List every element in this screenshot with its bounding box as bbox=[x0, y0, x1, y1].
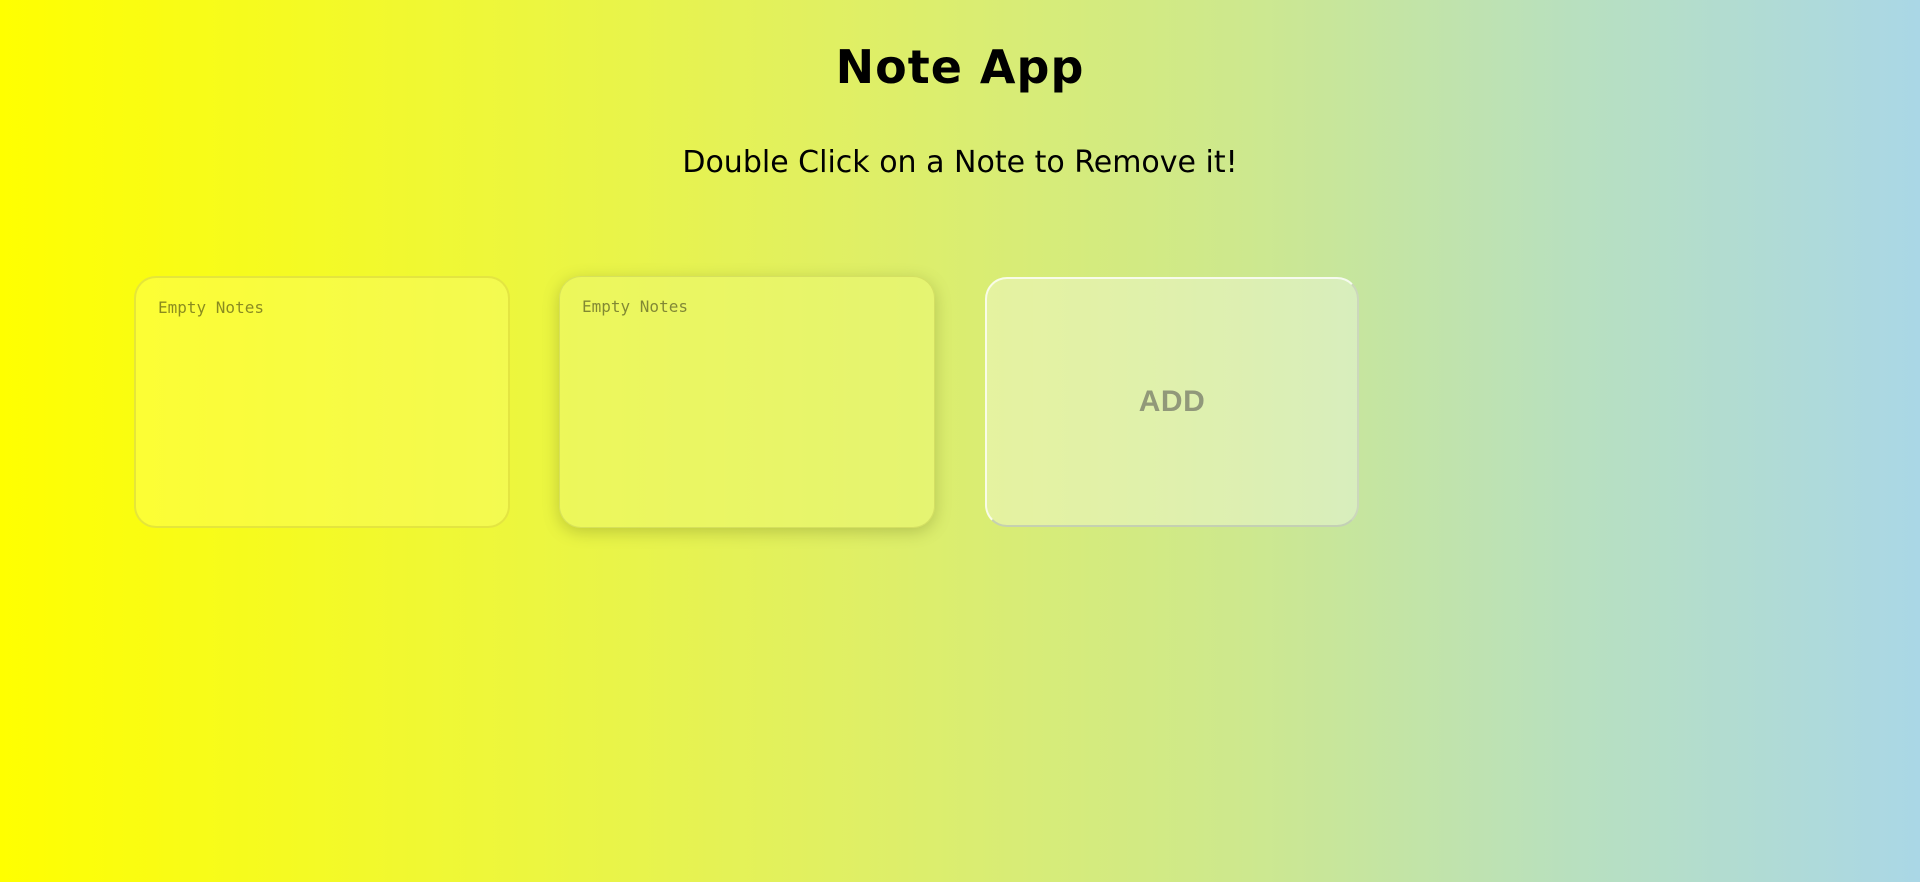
note-textarea[interactable] bbox=[134, 276, 510, 528]
add-button-label: ADD bbox=[1138, 385, 1206, 418]
add-note-button[interactable]: ADD bbox=[985, 277, 1359, 527]
note-textarea[interactable] bbox=[559, 276, 935, 528]
page-title: Note App bbox=[835, 40, 1085, 94]
notes-container: ADD bbox=[134, 276, 1834, 528]
page-subtitle: Double Click on a Note to Remove it! bbox=[682, 145, 1238, 180]
